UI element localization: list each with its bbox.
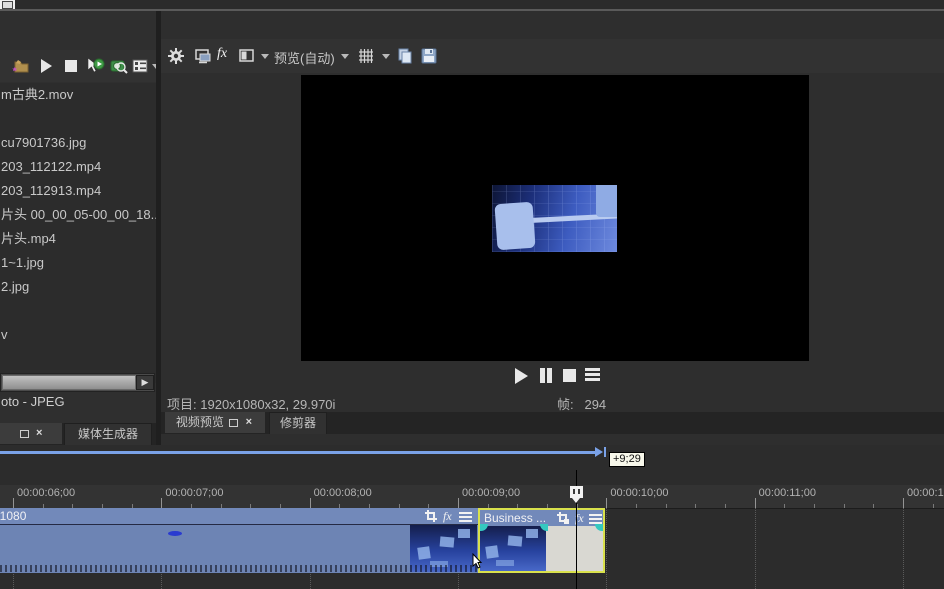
timeline-clip-business[interactable]: Business ... fx xyxy=(478,508,605,573)
media-tabbar: × 媒体生成器 xyxy=(0,423,156,445)
ruler-tick xyxy=(903,498,904,508)
ruler-timecode: 00:00:06;00 xyxy=(17,487,75,499)
media-active-tab-fragment[interactable]: × xyxy=(0,423,62,444)
ruler-tick xyxy=(161,498,162,508)
file-item[interactable] xyxy=(0,299,156,323)
tab-video-preview[interactable]: 视频预览 × xyxy=(165,412,265,433)
float-window-icon[interactable] xyxy=(20,430,29,438)
project-properties-gear-icon[interactable] xyxy=(167,47,185,65)
media-capture-icon[interactable] xyxy=(109,57,127,75)
pan-crop-icon[interactable] xyxy=(556,511,571,525)
file-item[interactable]: 1~1.jpg xyxy=(0,251,156,275)
split-screen-icon[interactable] xyxy=(238,47,256,65)
new-folder-icon[interactable] xyxy=(12,57,30,75)
clip-label: 01080 xyxy=(0,509,26,523)
close-icon[interactable]: × xyxy=(246,412,252,433)
file-item[interactable]: cu7901736.jpg xyxy=(0,131,156,155)
clip-edge-marker xyxy=(168,531,182,536)
video-track[interactable]: 01080 fx Business ... xyxy=(0,508,944,589)
ruler-timecode: 00:00:12;00 xyxy=(907,487,944,499)
tab-trimmer[interactable]: 修剪器 xyxy=(269,412,327,434)
preview-toolbar: fx 预览(自动) xyxy=(161,39,944,73)
file-item[interactable]: m古典2.mov xyxy=(0,83,156,107)
external-monitor-icon[interactable] xyxy=(194,47,212,65)
file-item[interactable] xyxy=(0,107,156,131)
loop-region-arrow xyxy=(595,447,603,457)
app-window: { "window": { "corner_icon": "window-gri… xyxy=(0,0,944,589)
clip-label: Business ... xyxy=(484,511,546,525)
video-canvas[interactable] xyxy=(301,75,809,361)
event-fx-icon[interactable]: fx xyxy=(575,511,590,525)
window-corner xyxy=(0,0,15,9)
timeline-gridline xyxy=(606,508,607,589)
time-stretch-indicator xyxy=(0,565,478,572)
file-item[interactable]: 片头.mp4 xyxy=(0,227,156,251)
tab-media-generator[interactable]: 媒体生成器 xyxy=(64,423,152,445)
video-frame-content xyxy=(492,185,617,252)
ruler-tick xyxy=(755,498,756,508)
event-menu-icon[interactable] xyxy=(459,510,474,524)
pan-crop-icon[interactable] xyxy=(424,509,439,523)
stop-icon[interactable] xyxy=(563,366,583,386)
ruler-timecode: 00:00:09;00 xyxy=(462,487,520,499)
preview-play-icon[interactable] xyxy=(37,57,55,75)
close-icon[interactable]: × xyxy=(36,423,42,444)
window-grid-icon xyxy=(2,1,13,9)
loop-region-bar[interactable] xyxy=(0,451,597,454)
horizontal-scrollbar[interactable]: ▶ xyxy=(0,373,155,392)
playhead-marker-tag[interactable] xyxy=(570,486,583,498)
file-item[interactable]: v xyxy=(0,323,156,347)
video-fx-icon[interactable]: fx xyxy=(217,47,227,61)
view-mode-icon[interactable] xyxy=(131,57,149,75)
grid-overlay-icon[interactable] xyxy=(357,47,375,65)
copy-snapshot-icon[interactable] xyxy=(396,47,414,65)
preview-stop-icon[interactable] xyxy=(62,57,80,75)
ruler-timecode: 00:00:07;00 xyxy=(165,487,223,499)
file-item[interactable]: 203_112122.mp4 xyxy=(0,155,156,179)
media-panel: m古典2.mov cu7901736.jpg203_112122.mp4203_1… xyxy=(0,11,156,445)
media-file-list[interactable]: m古典2.mov cu7901736.jpg203_112122.mp4203_1… xyxy=(0,83,156,383)
timeline-gridline xyxy=(903,508,904,589)
grid-overlay-dropdown[interactable] xyxy=(382,54,390,59)
ruler-timecode: 00:00:11;00 xyxy=(759,487,816,499)
timeline-gridline xyxy=(755,508,756,589)
ruler-tick xyxy=(458,498,459,508)
preview-quality-label[interactable]: 预览(自动) xyxy=(274,48,335,67)
clip-thumbnail xyxy=(480,526,546,571)
loop-region-end xyxy=(604,447,606,457)
preview-quality-dropdown[interactable] xyxy=(341,54,349,59)
ruler-tick xyxy=(310,498,311,508)
transport-menu-icon[interactable] xyxy=(585,366,605,386)
auto-preview-icon[interactable] xyxy=(85,57,103,75)
timeline-ruler[interactable]: 00:00:06;00 00:00:07;00 00:00:08;00 00:00:0… xyxy=(0,485,944,509)
file-item[interactable]: 203_112913.mp4 xyxy=(0,179,156,203)
float-window-icon[interactable] xyxy=(229,419,238,427)
media-status-text: oto - JPEG xyxy=(1,394,65,409)
timeline-clip-1080[interactable]: 01080 fx xyxy=(0,508,478,573)
pause-icon[interactable] xyxy=(539,366,559,386)
event-fx-icon[interactable]: fx xyxy=(443,509,458,523)
clip-header[interactable]: 01080 fx xyxy=(0,508,478,524)
split-screen-dropdown[interactable] xyxy=(261,54,269,59)
scrollbar-thumb[interactable] xyxy=(2,375,136,390)
ruler-tick xyxy=(606,498,607,508)
play-icon[interactable] xyxy=(515,366,535,386)
timeline: +9;29 00:00:06;0000:00:07;0000:00:08;000… xyxy=(0,445,944,589)
drag-offset-tooltip: +9;29 xyxy=(609,452,645,467)
ruler-timecode: 00:00:10;00 xyxy=(610,487,668,499)
frame-card-shape-right xyxy=(596,185,617,217)
preview-tabbar: 视频预览 × 修剪器 xyxy=(161,412,944,434)
media-toolbar xyxy=(0,50,156,82)
clip-empty-tail xyxy=(546,526,603,571)
ruler-timecode: 00:00:08;00 xyxy=(314,487,372,499)
ruler-tick xyxy=(13,498,14,508)
file-item[interactable]: 2.jpg xyxy=(0,275,156,299)
file-item[interactable]: 片头 00_00_05-00_00_18... xyxy=(0,203,156,227)
scrollbar-right-arrow[interactable]: ▶ xyxy=(136,375,154,390)
frame-card-shape-left xyxy=(494,202,535,251)
mouse-cursor xyxy=(470,553,486,571)
save-snapshot-icon[interactable] xyxy=(420,47,438,65)
